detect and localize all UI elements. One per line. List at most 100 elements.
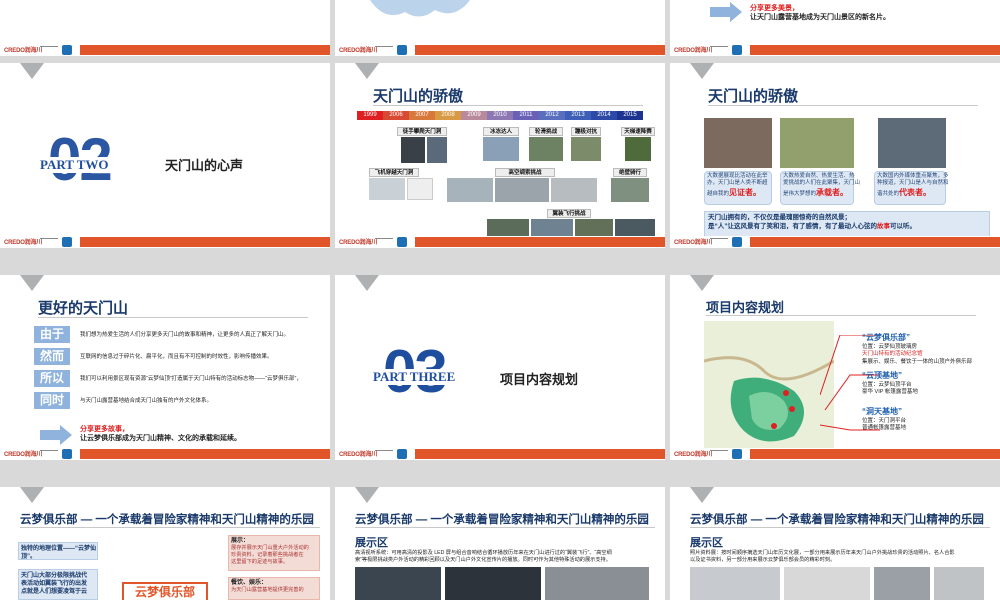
- slide-footer: CREDO润海川: [0, 44, 330, 56]
- section-title: 天门山的心声: [165, 158, 244, 173]
- title-underline: [355, 527, 655, 528]
- body-line: 以及证书资料，另一部分用来展示云梦俱乐部会员的精彩时刻。: [690, 557, 836, 564]
- side-label: 由于: [34, 326, 70, 343]
- year-2012: 2012: [539, 111, 565, 120]
- part-label: PART TWO: [38, 157, 111, 173]
- side-label: 同时: [34, 392, 70, 409]
- logo-mark: [375, 238, 393, 246]
- slide-10[interactable]: 云梦俱乐部 — 一个承载着冒险家精神和天门山精神的乐园 独特的地理位置——“云梦…: [0, 487, 330, 600]
- event-label: 翼装飞行挑战: [547, 209, 591, 218]
- title-text: 云梦俱乐部 — 一个承载着冒险家精神和天门山精神的乐园: [690, 514, 984, 526]
- body-text: 照片资料展：按时间顺序摘选天门山年历文化展，一部分用来展示历年来天门山户外挑战珍…: [690, 550, 990, 564]
- year-2009: 2009: [461, 111, 487, 120]
- title-underline: [690, 527, 990, 528]
- share-line: 分享更多故事，: [80, 426, 129, 433]
- logo-mark: [40, 46, 58, 54]
- slide-title: 云梦俱乐部 — 一个承载着冒险家精神和天门山精神的乐园: [690, 511, 984, 527]
- zone-line: 普通帐篷露营基地: [862, 425, 907, 432]
- triangle-marker: [20, 487, 44, 503]
- footer-bar: [80, 449, 330, 459]
- year-2014: 2014: [591, 111, 617, 120]
- triangle-marker: [690, 63, 714, 79]
- caption-line: 是伟大梦想的: [783, 190, 817, 197]
- caption-line: 办，天门山是人类不断超: [707, 180, 768, 187]
- slide-7[interactable]: 更好的天门山 由于 然而 所以 同时 我们想为热爱生活的人们分享更多天门山的故事…: [0, 275, 330, 460]
- triangle-marker: [20, 63, 44, 79]
- zone-line: 集展示、娱乐、餐饮于一体的山顶户外俱乐部: [862, 358, 973, 365]
- slide-footer: CREDO润海川: [0, 236, 330, 248]
- center-label: 云梦俱乐部: [134, 585, 195, 599]
- footer-bar: [750, 45, 1000, 55]
- cloud-illustration: [370, 0, 470, 17]
- slide-9[interactable]: 项目内容规划 “云梦俱乐部” 位置：云梦仙顶玻璃房 天门山特有的活动纪念馆 集展…: [670, 275, 1000, 460]
- slide-3[interactable]: 分享更多美景， 让天门山露营基地成为天门山景区的新名片。 CREDO润海川: [670, 0, 1000, 56]
- logo: CREDO润海川: [339, 240, 378, 246]
- photo-exhibit: [545, 567, 649, 600]
- subsection-title: 展示区: [690, 537, 723, 549]
- body-line: 与天门山露营基地结合成天门山独有的户外文化体系。: [80, 398, 213, 404]
- title-underline: [708, 105, 978, 106]
- info-text: 天门山大部分极限挑战代 表活动如翼装飞行的出发 点就是人们想要凌驾于云: [21, 572, 87, 596]
- partner-logo: [397, 237, 407, 247]
- zone-line: 天门山特有的活动纪念馆: [862, 351, 923, 358]
- caption-1: 大数据展现比活动在此举 办，天门山是人类不断超 越自我的见证者。: [707, 173, 768, 199]
- logo: CREDO润海川: [674, 240, 713, 246]
- slide-1[interactable]: CREDO润海川: [0, 0, 330, 56]
- share-line: 让云梦俱乐部成为天门山精神、文化的承载和延续。: [80, 435, 241, 443]
- info-line: 点就是人们想要凌驾于云: [21, 589, 88, 596]
- logo-mark: [375, 450, 393, 458]
- event-label: 天梯速降赛: [621, 127, 655, 136]
- footer-bar: [415, 449, 665, 459]
- footer-bar: [80, 237, 330, 247]
- event-photo: [401, 137, 425, 163]
- logo-mark: [40, 238, 58, 246]
- arrow-right-icon: [710, 2, 742, 22]
- slide-5[interactable]: 天门山的骄傲 1999 2006 2007 2008 2009 2010 2011 2012 2…: [335, 63, 665, 248]
- slide-title: 项目内容规划: [706, 300, 785, 315]
- site-map: [704, 321, 834, 453]
- triangle-marker: [690, 487, 714, 503]
- slide-12[interactable]: 云梦俱乐部 — 一个承载着冒险家精神和天门山精神的乐园 展示区 照片资料展：按时…: [670, 487, 1000, 600]
- logo: CREDO润海川: [4, 452, 43, 458]
- triangle-marker: [690, 275, 714, 291]
- body-line: 互联网的信息过于碎片化、扁平化，而且有不可控制的时效性，影响传播效果。: [80, 354, 273, 360]
- caption-highlight: 承载者。: [816, 187, 849, 197]
- year-timeline: 1999 2006 2007 2008 2009 2010 2011 2012 2013 2014…: [357, 111, 647, 120]
- triangle-marker: [355, 63, 379, 79]
- partner-logo: [732, 45, 742, 55]
- event-photo: [483, 137, 519, 161]
- title-text: 云梦俱乐部 — 一个承载着冒险家精神和天门山精神的乐园: [355, 514, 649, 526]
- slide-8[interactable]: 03 PART THREE 项目内容规划 CREDO润海川: [335, 275, 665, 460]
- year-1999: 1999: [357, 111, 383, 120]
- title-underline: [706, 315, 976, 316]
- event-label: 轮滑挑战: [529, 127, 563, 136]
- title-underline: [20, 527, 320, 528]
- slide-title: 天门山的骄傲: [708, 88, 799, 105]
- event-label: 飞机穿越天门洞: [369, 168, 419, 177]
- slide-6[interactable]: 天门山的骄傲 大数据展现比活动在此举 办，天门山是人类不断超 越自我的见证者。 大…: [670, 63, 1000, 248]
- text-line: 分享更多美景，: [750, 5, 799, 12]
- info-heading: 展示：: [231, 538, 250, 544]
- slide-text: 分享更多美景， 让天门山露营基地成为天门山景区的新名片。: [750, 4, 890, 23]
- side-label: 然而: [34, 348, 70, 365]
- footer-bar: [80, 45, 330, 55]
- slide-4[interactable]: 02 PART TWO 天门山的心声 CREDO润海川: [0, 63, 330, 248]
- partner-logo: [732, 237, 742, 247]
- footer-bar: [415, 237, 665, 247]
- logo: CREDO润海川: [674, 452, 713, 458]
- slide-2[interactable]: CREDO润海川: [335, 0, 665, 56]
- section-title: 项目内容规划: [500, 372, 579, 387]
- summary-highlight: 故事: [877, 222, 890, 230]
- body-line: 我们想为热爱生活的人们分享更多天门山的故事和精神，让更多的人真正了解天门山。: [80, 332, 290, 338]
- slide-11[interactable]: 云梦俱乐部 — 一个承载着冒险家精神和天门山精神的乐园 展示区 高清视听系统：可…: [335, 487, 665, 600]
- zone-c: “洞天基地” 位置：天门洞平台 普通帐篷露营基地: [862, 407, 906, 433]
- body-line: 索”等极限挑战类户外活动的精彩回顾以及天门山户外文化宣传片的播放。同时可作为其他…: [355, 557, 611, 564]
- year-2013: 2013: [565, 111, 591, 120]
- caption-highlight: 见证者。: [729, 187, 762, 197]
- caption-line: 种报道，天门山是人与自然和: [877, 180, 949, 187]
- title-text: 云梦俱乐部 — 一个承载着冒险家精神和天门山精神的乐园: [20, 514, 314, 526]
- logo: CREDO润海川: [339, 48, 378, 54]
- zone-title: “云梦俱乐部”: [862, 333, 910, 342]
- year-2011: 2011: [513, 111, 539, 120]
- footer-bar: [415, 45, 665, 55]
